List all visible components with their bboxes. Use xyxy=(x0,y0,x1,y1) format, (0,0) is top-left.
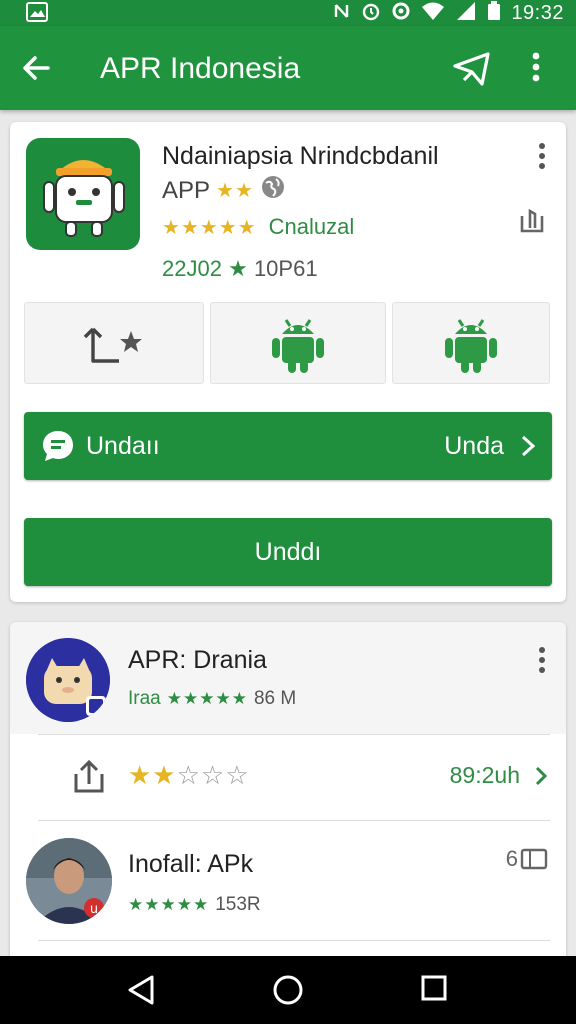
downloads-star: ★ xyxy=(228,256,248,281)
app-detail-card: Ndainiapsia Nrindcbdanil APP ★★ ★★★★★ Cn… xyxy=(10,122,566,602)
rating-stars-filled: ★★ xyxy=(128,760,177,790)
download-primary-button[interactable]: Undaıı Unda xyxy=(24,412,552,480)
list-item-stars: ★★★★★ xyxy=(128,895,210,914)
nav-back-icon[interactable] xyxy=(126,974,156,1011)
screenshot-thumb-1[interactable] xyxy=(24,302,204,384)
save-icon[interactable] xyxy=(518,206,546,239)
app-bar: APR Indonesia xyxy=(0,26,576,110)
nav-home-icon[interactable] xyxy=(272,974,304,1011)
screen-badge: 6 xyxy=(506,846,548,872)
app-icon xyxy=(26,138,140,250)
related-apps-card: APR: Drania Iraa ★★★★★ 86 M ★★☆☆☆ 89:2uh… xyxy=(10,622,566,962)
download-primary-label: Undaıı xyxy=(86,432,160,460)
list-item-meta: Iraa ★★★★★ 86 M xyxy=(128,688,296,710)
card-overflow-icon[interactable] xyxy=(536,142,548,170)
battery-icon xyxy=(487,1,501,26)
status-bar: 19:32 xyxy=(0,0,576,26)
list-item-title: APR: Drania xyxy=(128,646,267,674)
list-item-stars: ★★★★★ xyxy=(166,689,248,708)
chevron-right-icon[interactable] xyxy=(534,765,548,792)
mute-icon xyxy=(333,1,351,26)
list-item-meta: ★★★★★ 153R xyxy=(128,894,261,916)
downloads-row: 22J02 ★ 10P61 xyxy=(162,256,318,282)
download-button-label: Unddı xyxy=(254,538,322,566)
app-category-row: APP ★★ xyxy=(162,174,286,207)
page-title: APR Indonesia xyxy=(100,52,301,85)
list-item-size: 153R xyxy=(215,894,261,915)
divider xyxy=(38,820,550,821)
list-item-overflow-icon[interactable] xyxy=(536,646,548,674)
list-item-rating: ★★☆☆☆ xyxy=(128,760,250,791)
upload-star-icon xyxy=(83,327,142,363)
list-item-time: 89:2uh xyxy=(449,762,520,788)
signal-icon xyxy=(455,1,477,26)
app-category: APP xyxy=(162,176,211,204)
share-icon[interactable] xyxy=(452,50,494,93)
rating-stars: ★★★★★ xyxy=(162,216,257,239)
android-icon xyxy=(445,319,497,373)
nav-recents-icon[interactable] xyxy=(420,974,448,1007)
downloads-count: 22J02 xyxy=(162,256,222,281)
list-item-meta-prefix: Iraa xyxy=(128,688,161,709)
category-stars: ★★ xyxy=(216,180,254,202)
app-avatar xyxy=(26,638,110,722)
overflow-menu-icon[interactable] xyxy=(530,50,542,89)
user-avatar[interactable]: u xyxy=(26,838,112,924)
chevron-right-icon xyxy=(520,434,536,463)
share-icon[interactable] xyxy=(72,758,106,799)
rating-label: Cnaluzal xyxy=(268,214,355,239)
divider xyxy=(38,940,550,941)
list-item-size: 86 M xyxy=(253,688,297,709)
settings-icon xyxy=(391,1,411,26)
list-item[interactable]: APR: Drania Iraa ★★★★★ 86 M xyxy=(10,622,566,734)
badge-count: 6 xyxy=(505,846,518,871)
rating-row: ★★★★★ Cnaluzal xyxy=(162,214,354,240)
android-icon xyxy=(272,319,324,373)
screen-icon xyxy=(520,848,548,870)
status-time: 19:32 xyxy=(511,2,564,24)
back-arrow-icon[interactable] xyxy=(20,52,56,88)
app-title: Ndainiapsia Nrindcbdanil xyxy=(162,142,439,170)
list-item-title: Inofall: APk xyxy=(128,850,254,878)
gallery-icon xyxy=(26,2,48,27)
download-primary-right-label: Unda xyxy=(444,432,504,460)
navigation-bar xyxy=(0,956,576,1024)
screenshot-thumb-2[interactable] xyxy=(210,302,386,384)
divider xyxy=(38,734,550,735)
alarm-icon xyxy=(361,1,381,26)
globe-icon xyxy=(260,174,286,207)
rating-stars-empty: ☆☆☆ xyxy=(176,760,250,790)
screenshot-thumb-3[interactable] xyxy=(392,302,550,384)
download-button[interactable]: Unddı xyxy=(24,518,552,586)
chat-icon xyxy=(40,428,76,469)
wifi-icon xyxy=(421,1,445,26)
downloads-sub: 10P61 xyxy=(253,256,318,281)
svg-text:u: u xyxy=(90,902,98,917)
